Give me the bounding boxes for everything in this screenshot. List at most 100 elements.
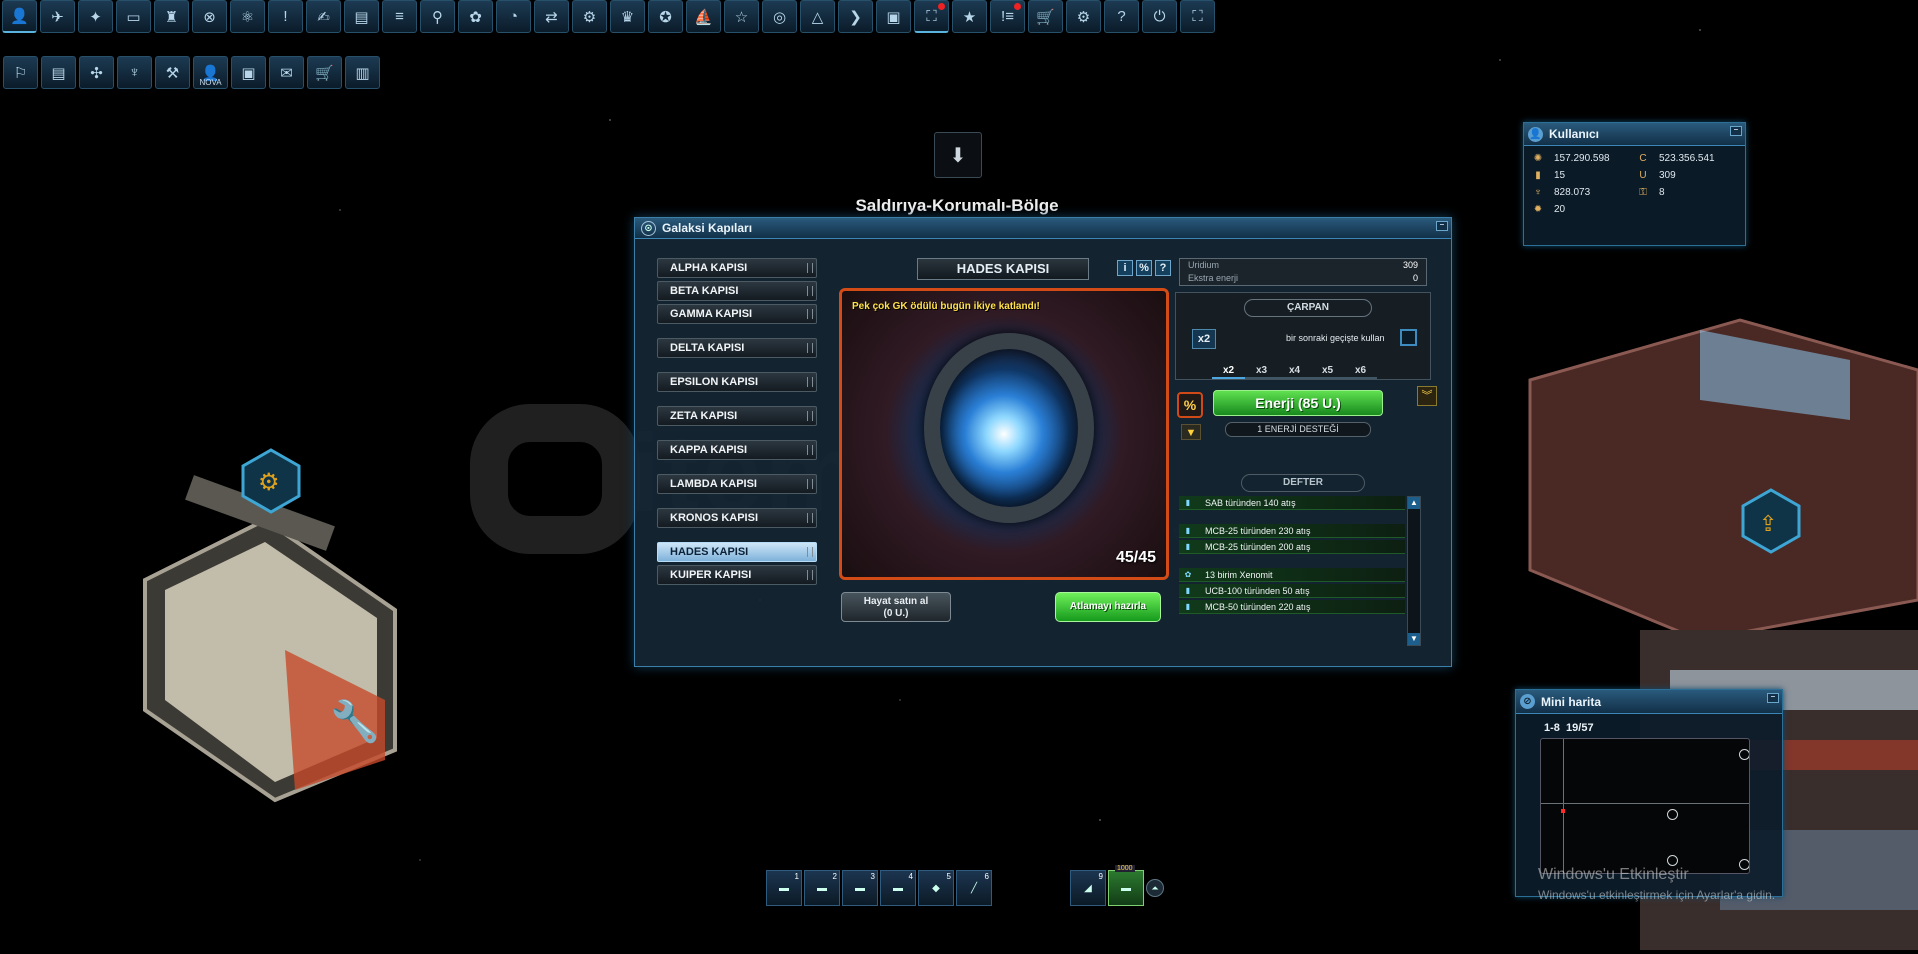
gate-button[interactable]: BETA KAPISI — [657, 281, 817, 301]
notes-button[interactable]: ▥ — [345, 56, 380, 89]
event-button[interactable]: ⛶ — [914, 0, 949, 33]
user-info-button[interactable]: 👤 — [2, 0, 37, 33]
user-window-header[interactable]: 👤 Kullanıcı – — [1524, 123, 1745, 146]
transfer-button[interactable]: ⇄ — [534, 0, 569, 33]
buy-life-label: Hayat satın al — [863, 596, 929, 607]
shop-cart-button[interactable]: 🛒 — [1028, 0, 1063, 33]
gate-button[interactable]: LAMBDA KAPISI — [657, 474, 817, 494]
jump-marker-icon[interactable]: ⬇ — [934, 132, 982, 178]
gate-button[interactable]: KRONOS KAPISI — [657, 508, 817, 528]
chevron-down-double-icon[interactable]: ︾ — [1417, 386, 1437, 406]
gate-button[interactable]: KUIPER KAPISI — [657, 565, 817, 585]
info-icon[interactable]: i — [1117, 260, 1133, 276]
help-button[interactable]: ? — [1104, 0, 1139, 33]
list-button[interactable]: ≡ — [382, 0, 417, 33]
alert-button[interactable]: ! — [268, 0, 303, 33]
discount-percent-icon[interactable]: % — [1177, 392, 1203, 418]
pet-button[interactable]: ✿ — [458, 0, 493, 33]
action-slot-9[interactable]: ◢ 9 — [1070, 870, 1106, 906]
user-stat-value: 8 — [1659, 187, 1665, 198]
multiplier-next-checkbox[interactable] — [1400, 329, 1417, 346]
minimize-button[interactable]: – — [1730, 126, 1742, 136]
mini-ship-button[interactable]: ❯ — [838, 0, 873, 33]
trophy-button[interactable]: ♛ — [610, 0, 645, 33]
mail-button[interactable]: ✉ — [269, 56, 304, 89]
hammer-button[interactable]: ⚒ — [155, 56, 190, 89]
multiplier-tab[interactable]: x6 — [1344, 363, 1377, 379]
events-list-button[interactable]: !≡ — [990, 0, 1025, 33]
galaxy-gates-button[interactable]: ⊗ — [192, 0, 227, 33]
clan-button[interactable]: ♜ — [154, 0, 189, 33]
gate-button[interactable]: ALPHA KAPISI — [657, 258, 817, 278]
action-slot-2[interactable]: ▬ 2 — [804, 870, 840, 906]
portal-hex-icon[interactable]: ⇪ — [1740, 488, 1802, 554]
power-button[interactable]: ⏻ — [1142, 0, 1177, 33]
gate-button[interactable]: KAPPA KAPISI — [657, 440, 817, 460]
ship-button[interactable]: ✈ — [40, 0, 75, 33]
event-icon: ⛶ — [926, 7, 937, 25]
log-button[interactable]: ▤ — [344, 0, 379, 33]
mini-ship-icon: ❯ — [849, 8, 862, 26]
pilot-tree-button[interactable]: ⚛ — [230, 0, 265, 33]
gear-button[interactable]: ⚙ — [1066, 0, 1101, 33]
help-icon[interactable]: ? — [1155, 260, 1171, 276]
action-slot-10[interactable]: ▬ 1000 — [1108, 865, 1144, 906]
ranking-button[interactable]: ⚐ — [3, 56, 38, 89]
quests-icon: ✍ — [317, 8, 330, 26]
chevron-down-icon[interactable]: ▼ — [1181, 424, 1201, 440]
scroll-down-icon[interactable]: ▼ — [1408, 633, 1420, 645]
group-button[interactable]: ✦ — [78, 0, 113, 33]
sail-button[interactable]: ⛵ — [686, 0, 721, 33]
drone-button[interactable]: ✣ — [79, 56, 114, 89]
buy-life-button[interactable]: Hayat satın al (0 U.) — [841, 592, 951, 622]
id-card-button[interactable]: ▤ — [41, 56, 76, 89]
box-button[interactable]: ▣ — [876, 0, 911, 33]
svg-text:🔧: 🔧 — [330, 697, 380, 745]
shield-wing-button[interactable]: ♆ — [117, 56, 152, 89]
quests-button[interactable]: ✍ — [306, 0, 341, 33]
fullscreen-button[interactable]: ⛶ — [1180, 0, 1215, 33]
faction-button[interactable]: ✪ — [648, 0, 683, 33]
monitor-button[interactable]: ▣ — [231, 56, 266, 89]
pyramid-button[interactable]: △ — [800, 0, 835, 33]
gate-button[interactable]: DELTA KAPISI — [657, 338, 817, 358]
star-button[interactable]: ★ — [952, 0, 987, 33]
map-pin-button[interactable]: ⚲ — [420, 0, 455, 33]
minimap-header[interactable]: ⊘ Mini harita – — [1516, 690, 1782, 714]
settings-ring-button[interactable]: ⚙ — [572, 0, 607, 33]
gate-button[interactable]: HADES KAPISI — [657, 542, 817, 562]
action-slot-8[interactable] — [1032, 870, 1068, 906]
gate-button[interactable]: EPSILON KAPISI — [657, 372, 817, 392]
cart-button[interactable]: 🛒 — [307, 56, 342, 89]
chat-button[interactable]: ▭ — [116, 0, 151, 33]
multiplier-tab[interactable]: x4 — [1278, 363, 1311, 379]
speedometer-button[interactable]: ◔ — [496, 0, 531, 33]
minimize-button[interactable]: – — [1767, 693, 1779, 703]
nova-button[interactable]: 👤 NOVA — [193, 56, 228, 89]
galaxy-gates-header[interactable]: ⊙ Galaksi Kapıları – — [635, 218, 1451, 239]
action-slot-5[interactable]: ◆ 5 — [918, 870, 954, 906]
minimize-button[interactable]: – — [1436, 221, 1448, 231]
action-slot-1[interactable]: ▬ 1 — [766, 870, 802, 906]
box-icon: ▣ — [886, 8, 901, 26]
action-slot-6[interactable]: ╱ 6 — [956, 870, 992, 906]
multiplier-tab[interactable]: x5 — [1311, 363, 1344, 379]
repair-hex-icon[interactable]: ⚙ — [240, 448, 302, 514]
action-bar-toggle-icon[interactable]: ⏶ — [1146, 879, 1164, 897]
gate-button[interactable]: GAMMA KAPISI — [657, 304, 817, 324]
minimap-canvas[interactable] — [1540, 738, 1750, 874]
multiplier-tab[interactable]: x3 — [1245, 363, 1278, 379]
resource-label: Ekstra enerji — [1188, 273, 1239, 283]
percent-icon[interactable]: % — [1136, 260, 1152, 276]
multiplier-tab[interactable]: x2 — [1212, 363, 1245, 379]
log-scrollbar[interactable]: ▲ ▼ — [1407, 496, 1421, 646]
scroll-up-icon[interactable]: ▲ — [1408, 497, 1420, 509]
mask-button[interactable]: ◎ — [762, 0, 797, 33]
prepare-jump-button[interactable]: Atlamayı hazırla — [1055, 592, 1161, 622]
action-slot-3[interactable]: ▬ 3 — [842, 870, 878, 906]
action-slot-4[interactable]: ▬ 4 — [880, 870, 916, 906]
gate-button[interactable]: ZETA KAPISI — [657, 406, 817, 426]
star-badge-button[interactable]: ☆ — [724, 0, 759, 33]
energy-button[interactable]: Enerji (85 U.) — [1213, 390, 1383, 416]
action-slot-7[interactable] — [994, 870, 1030, 906]
